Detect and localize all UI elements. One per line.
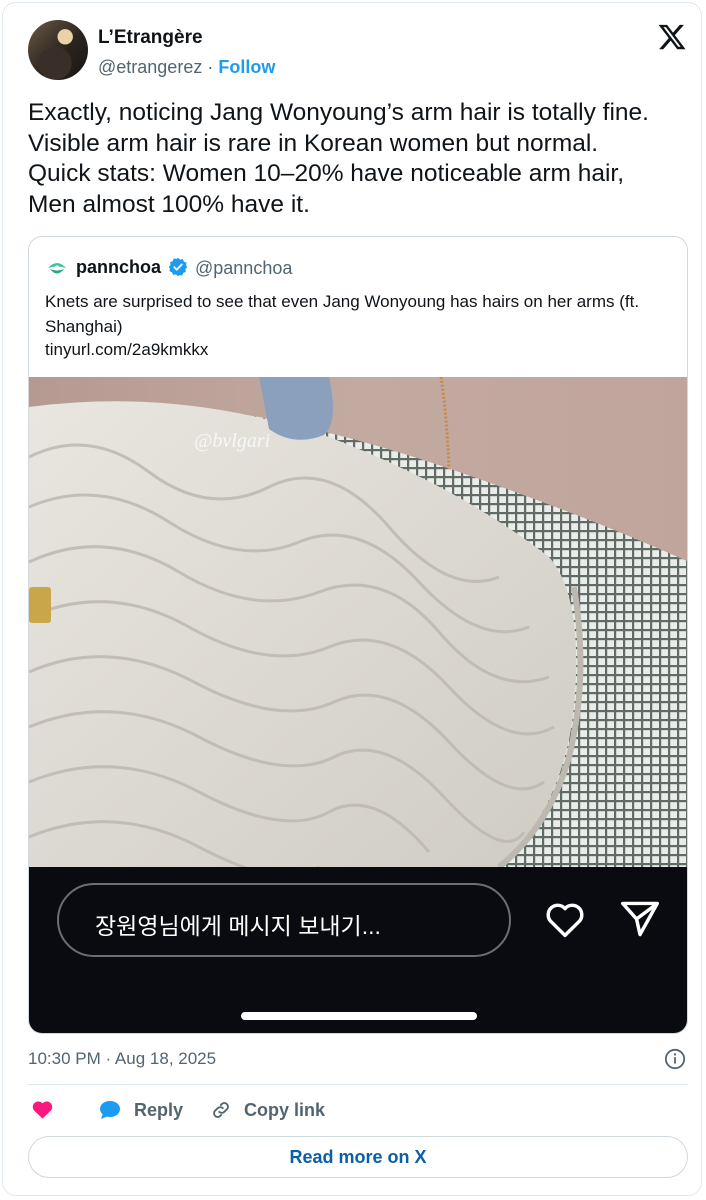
like-heart-icon [32,1101,53,1119]
reply-button[interactable]: Reply [98,1099,183,1121]
send-icon[interactable] [619,900,661,938]
pannchoa-avatar[interactable] [46,257,68,279]
quoted-handle[interactable]: @pannchoa [195,258,292,279]
tweet-text: Exactly, noticing Jang Wonyoung’s arm ha… [28,99,649,218]
copy-link-label: Copy link [244,1099,326,1120]
like-button[interactable] [31,1099,66,1120]
author-handle[interactable]: @etrangerez [98,57,202,77]
reply-bubble-icon [100,1101,120,1119]
tweet-timestamp[interactable]: 10:30 PM · Aug 18, 2025 [28,1049,216,1069]
author-avatar[interactable] [28,20,88,80]
divider [28,1084,688,1085]
author-handle-row: @etrangerez · Follow [98,57,275,78]
embedded-tweet-card: L’Etrangère @etrangerez · Follow Exactly… [2,2,702,1196]
quoted-photo[interactable]: @bvlgari [29,377,688,867]
heart-icon[interactable] [544,900,586,938]
quoted-link[interactable]: tinyurl.com/2a9kmkkx [45,340,208,360]
home-indicator [241,1012,477,1020]
x-logo-icon[interactable] [656,22,688,52]
read-more-button[interactable]: Read more on X [28,1136,688,1178]
quoted-display-name[interactable]: pannchoa [76,257,161,278]
quoted-text: Knets are surprised to see that even Jan… [45,292,640,336]
message-placeholder: 장원영님에게 메시지 보내기... [95,913,381,939]
reply-label: Reply [134,1099,184,1120]
follow-button[interactable]: Follow [218,57,275,77]
handle-separator: · [207,57,214,77]
quoted-tweet[interactable]: pannchoa @pannchoa Knets are surprised t… [28,236,688,1034]
verified-badge-icon [168,257,188,277]
message-input[interactable]: 장원영님에게 메시지 보내기... [57,883,511,957]
photo-watermark: @bvlgari [194,430,270,452]
link-icon [213,1102,229,1118]
copy-link-button[interactable]: Copy link [210,1099,325,1121]
author-display-name[interactable]: L’Etrangère [98,27,203,49]
instagram-message-bar: 장원영님에게 메시지 보내기... [29,867,687,1033]
info-icon[interactable] [664,1048,686,1070]
